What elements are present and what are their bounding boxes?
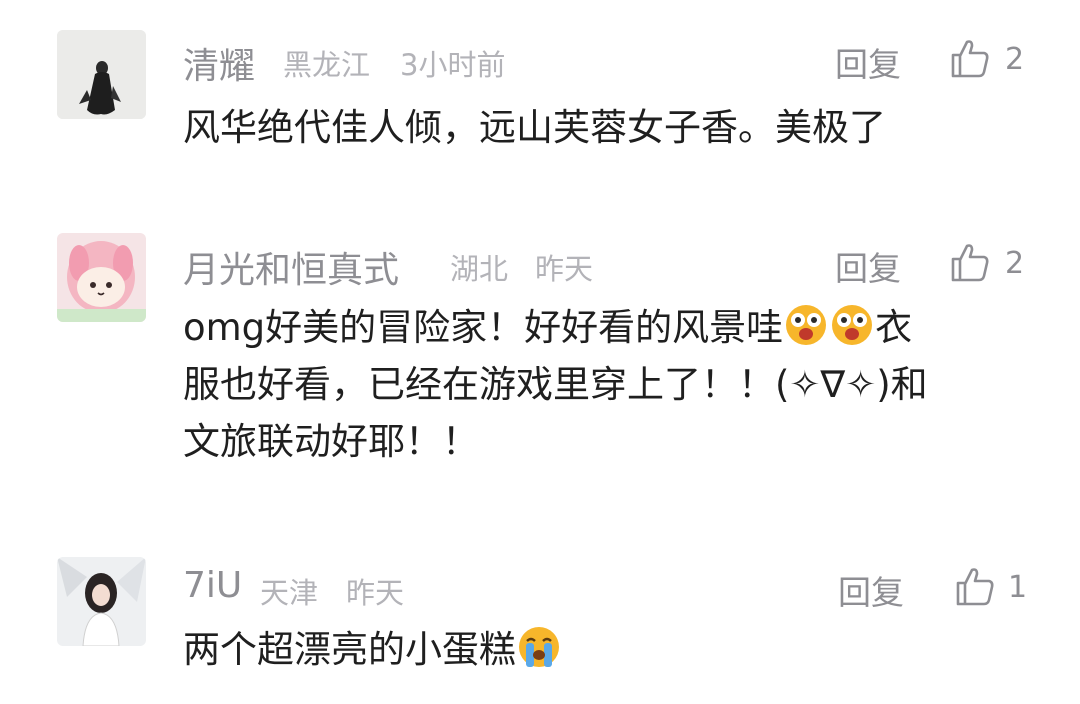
- username[interactable]: 清耀: [183, 37, 255, 89]
- comment-time: 昨天: [346, 576, 405, 610]
- username[interactable]: 月光和恒真式: [183, 241, 399, 293]
- comment-text: 风华绝代佳人倾，远山芙蓉女子香。美极了: [183, 99, 1023, 156]
- avatar[interactable]: [57, 30, 146, 119]
- username[interactable]: 7iU: [183, 565, 242, 606]
- avatar[interactable]: [57, 557, 146, 646]
- user-location: 黑龙江: [283, 48, 371, 82]
- comment-text: omg好美的冒险家！好好看的风景哇 衣 服也好看，已经在游戏里穿上了！！(✧∇✧…: [183, 299, 1023, 470]
- comment-line: 文旅联动好耶！！: [183, 420, 479, 463]
- user-location: 湖北: [450, 252, 509, 286]
- comment-time: 昨天: [535, 252, 594, 286]
- like-count: 2: [1005, 246, 1025, 281]
- thumbs-up-icon[interactable]: [950, 37, 990, 79]
- comment-text: 两个超漂亮的小蛋糕: [183, 621, 1023, 678]
- thumbs-up-icon[interactable]: [955, 565, 995, 607]
- like-count: 1: [1008, 570, 1028, 605]
- comment-line: omg好美的冒险家！好好看的风景哇 衣: [183, 299, 1023, 356]
- thumbs-up-icon[interactable]: [950, 241, 990, 283]
- star-struck-emoji-icon: [832, 305, 873, 345]
- reply-button[interactable]: 回复: [835, 38, 901, 86]
- comment-line: 风华绝代佳人倾，远山芙蓉女子香。美极了: [183, 106, 886, 149]
- loudly-crying-emoji-icon: [519, 627, 559, 667]
- avatar[interactable]: [57, 233, 146, 322]
- reply-button[interactable]: 回复: [838, 566, 904, 614]
- like-count: 2: [1005, 42, 1025, 77]
- star-struck-emoji-icon: [786, 305, 827, 345]
- user-location: 天津: [260, 576, 319, 610]
- comment-time: 3小时前: [400, 48, 506, 82]
- comment-line: 服也好看，已经在游戏里穿上了！！(✧∇✧)和: [183, 363, 928, 406]
- reply-button[interactable]: 回复: [835, 242, 901, 290]
